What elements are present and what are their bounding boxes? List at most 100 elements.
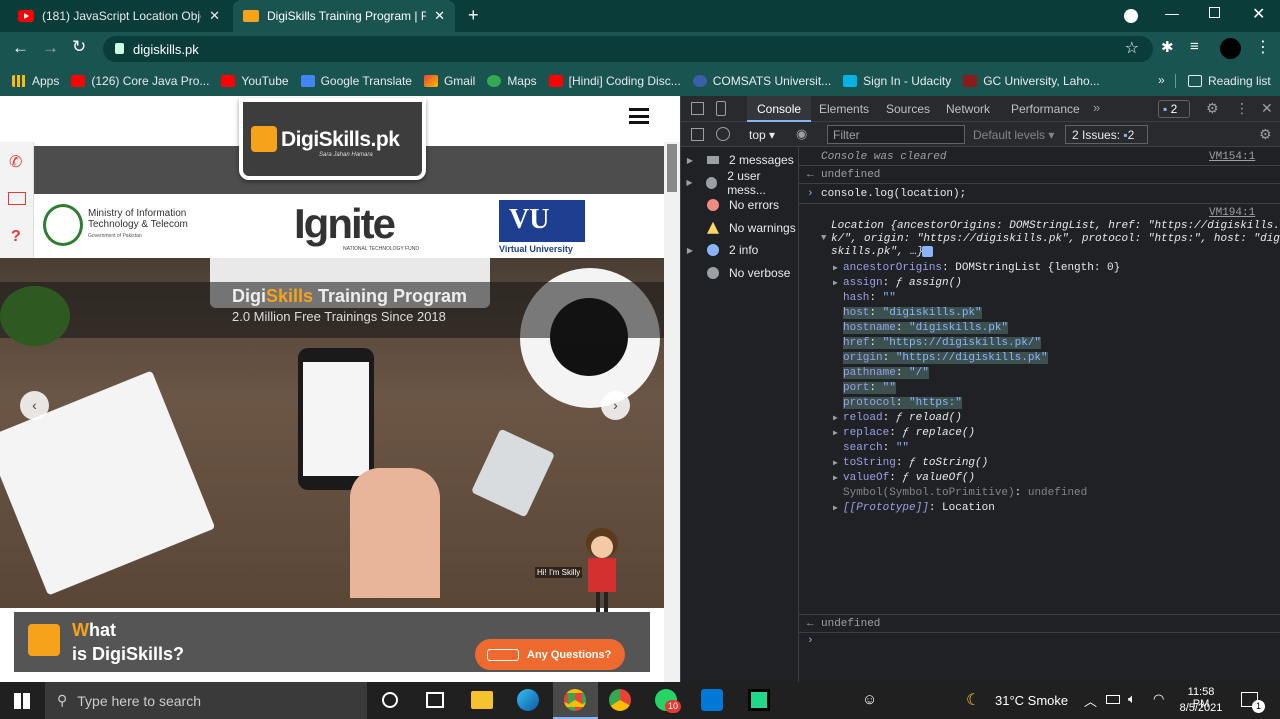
bookmark-youtube[interactable]: YouTube — [221, 74, 289, 88]
hamburger-menu-icon[interactable] — [629, 108, 649, 124]
task-view-icon[interactable] — [426, 692, 444, 708]
context-select[interactable]: top ▾ — [749, 128, 775, 142]
phone-icon[interactable]: ✆ — [9, 152, 22, 172]
location-property-row[interactable]: ▶ ancestorOrigins: DOMStringList {length:… — [833, 262, 1273, 274]
bookmark-comsats[interactable]: COMSATS Universit... — [692, 74, 831, 88]
inspect-element-icon[interactable] — [691, 102, 704, 115]
extensions-icon[interactable]: ✱ — [1161, 38, 1174, 56]
close-devtools-icon[interactable]: ✕ — [1261, 100, 1273, 117]
settings-gear-icon[interactable]: ⚙ — [1206, 100, 1219, 117]
close-tab-icon[interactable]: ✕ — [434, 8, 445, 24]
minimize-icon[interactable]: — — [1165, 5, 1179, 21]
devtools-menu-icon[interactable]: ⋮ — [1235, 100, 1249, 117]
location-property-row[interactable]: pathname: "/" — [833, 367, 1273, 379]
location-property-row[interactable]: port: "" — [833, 382, 1273, 394]
menu-icon[interactable]: ⋮ — [1255, 37, 1271, 57]
bookmark-udacity[interactable]: Sign In - Udacity — [843, 74, 951, 88]
sidebar-toggle-icon[interactable] — [691, 128, 704, 141]
vscode-icon[interactable] — [701, 689, 723, 711]
forward-icon[interactable]: → — [42, 38, 59, 58]
site-logo[interactable]: DigiSkills.pk Sara Jahan Hamara — [239, 98, 426, 180]
sidebar-item-verbose[interactable]: No verbose — [681, 263, 798, 283]
location-property-row[interactable]: ▶ assign: ƒ assign() — [833, 277, 1273, 289]
reload-icon[interactable]: ↻ — [72, 37, 86, 57]
restore-icon[interactable] — [1209, 7, 1220, 18]
avatar[interactable] — [1220, 38, 1241, 59]
location-property-row[interactable]: ▶ valueOf: ƒ valueOf() — [833, 472, 1273, 484]
location-property-row[interactable]: search: "" — [833, 442, 1273, 454]
weather-moon-icon[interactable]: ☾ — [966, 690, 980, 710]
volume-icon[interactable]: 🔈︎ — [1128, 691, 1136, 707]
bookmark-gcu[interactable]: GC University, Laho... — [963, 74, 1100, 88]
windows-start-icon[interactable] — [14, 693, 30, 709]
location-property-row[interactable]: href: "https://digiskills.pk/" — [833, 337, 1273, 349]
chrome-taskbar-button[interactable] — [553, 682, 598, 719]
help-icon[interactable]: ? — [11, 228, 21, 246]
sidebar-item-warning[interactable]: No warnings — [681, 218, 798, 238]
close-window-icon[interactable]: ✕ — [1252, 4, 1265, 24]
bookmark-star-icon[interactable]: ☆ — [1125, 38, 1139, 58]
file-explorer-icon[interactable] — [471, 691, 493, 709]
wifi-icon[interactable]: ◠ — [1153, 691, 1164, 707]
bookmark-coding[interactable]: [Hindi] Coding Disc... — [548, 74, 681, 88]
media-control-icon[interactable]: ≡ — [1190, 38, 1199, 55]
device-toolbar-icon[interactable] — [716, 101, 726, 116]
clear-console-icon[interactable] — [716, 127, 730, 141]
page-scrollbar[interactable] — [664, 142, 680, 682]
clock-date[interactable]: 8/5/2021 — [1178, 702, 1224, 714]
console-prompt-input[interactable]: › — [807, 635, 1280, 647]
reading-list-button[interactable]: Reading list — [1175, 74, 1271, 88]
tab-elements[interactable]: Elements — [819, 102, 869, 116]
location-property-row[interactable]: ▶ [[Prototype]]: Location — [833, 502, 1273, 514]
slider-prev-button[interactable]: ‹ — [20, 391, 49, 420]
bookmark-gmail[interactable]: Gmail — [423, 74, 475, 88]
location-property-row[interactable]: ▶ reload: ƒ reload() — [833, 412, 1273, 424]
messages-badge[interactable]: ▪ 2 — [1158, 100, 1190, 118]
location-property-row[interactable]: hostname: "digiskills.pk" — [833, 322, 1273, 334]
back-icon[interactable]: ← — [12, 38, 29, 58]
location-property-row[interactable]: hash: "" — [833, 292, 1273, 304]
source-link[interactable]: VM194:1 — [1209, 207, 1279, 219]
more-bookmarks-button[interactable]: » — [1158, 73, 1165, 87]
any-questions-button[interactable]: Any Questions? — [475, 639, 625, 670]
tab-sources[interactable]: Sources — [886, 102, 930, 116]
location-property-row[interactable]: ▶ replace: ƒ replace() — [833, 427, 1273, 439]
taskbar-search-input[interactable]: ⚲ Type here to search — [45, 682, 367, 719]
sidebar-item-info[interactable]: ▶ 2 info — [681, 240, 798, 260]
pycharm-icon[interactable] — [748, 689, 770, 711]
location-property-row[interactable]: origin: "https://digiskills.pk" — [833, 352, 1273, 364]
tab-performance[interactable]: Performance — [1011, 102, 1080, 116]
weather-label[interactable]: 31°C Smoke — [995, 693, 1068, 708]
eye-icon[interactable]: ◉ — [796, 126, 807, 142]
console-filter-input[interactable]: Filter — [827, 125, 965, 144]
tab-search-icon[interactable] — [1124, 9, 1138, 23]
battery-icon[interactable] — [1106, 695, 1120, 704]
location-property-row[interactable]: protocol: "https:" — [833, 397, 1273, 409]
tab-console[interactable]: Console — [747, 96, 812, 122]
cortana-icon[interactable] — [382, 692, 398, 708]
mail-icon[interactable] — [8, 192, 26, 205]
close-tab-icon[interactable]: ✕ — [209, 8, 220, 24]
console-settings-icon[interactable]: ⚙ — [1259, 126, 1272, 143]
location-summary[interactable]: Location {ancestorOrigins: DOMStringList… — [831, 220, 1280, 232]
edge-icon[interactable] — [517, 689, 539, 711]
sidebar-item-user[interactable]: ▶ 2 user mess... — [681, 169, 798, 197]
info-badge-icon[interactable] — [922, 246, 933, 257]
address-bar[interactable]: digiskills.pk ☆ — [103, 36, 1153, 62]
bookmark-google-translate[interactable]: Google Translate — [300, 74, 412, 88]
tab-javascript-location[interactable]: (181) JavaScript Location Object ✕ — [8, 0, 230, 32]
sidebar-item-error[interactable]: No errors — [681, 195, 798, 215]
people-icon[interactable]: ☺ — [862, 691, 877, 708]
location-property-row[interactable]: Symbol(Symbol.toPrimitive): undefined — [833, 487, 1273, 499]
chrome-icon[interactable] — [609, 689, 631, 711]
slider-next-button[interactable]: › — [601, 391, 630, 420]
bookmark-apps[interactable]: Apps — [12, 74, 59, 88]
tab-network[interactable]: Network — [946, 102, 990, 116]
tab-digiskills[interactable]: DigiSkills Training Program | FREE ✕ — [233, 0, 455, 32]
new-tab-button[interactable]: + — [468, 5, 479, 26]
sidebar-item-list[interactable]: ▶ 2 messages — [681, 150, 798, 170]
bookmark-core-java[interactable]: (126) Core Java Pro... — [71, 74, 209, 88]
show-hidden-icons-icon[interactable]: ︿ — [1084, 691, 1097, 710]
bookmark-maps[interactable]: Maps — [487, 74, 537, 88]
location-property-row[interactable]: host: "digiskills.pk" — [833, 307, 1273, 319]
